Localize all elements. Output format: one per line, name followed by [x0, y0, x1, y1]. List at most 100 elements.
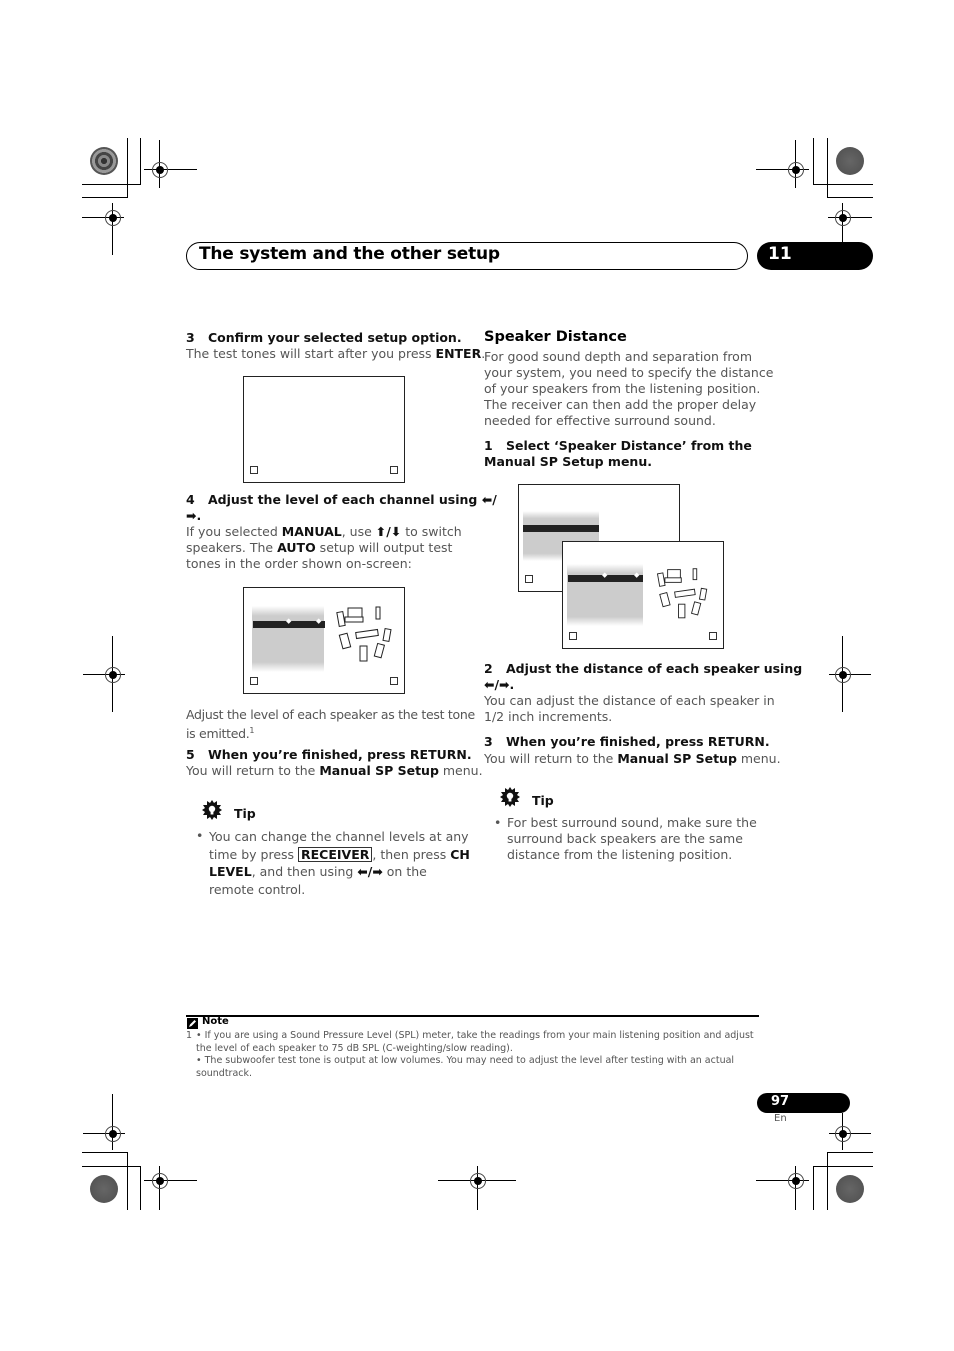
registration-target-icon [152, 162, 168, 178]
registration-disc-icon [90, 147, 118, 175]
menu-panel [252, 606, 324, 672]
speaker-layout-icon [336, 606, 392, 662]
step-number: 3 [186, 330, 195, 345]
text: You will return to the [186, 763, 320, 778]
text: For best surround sound, make sure the [507, 815, 757, 830]
text: menu. [438, 763, 483, 778]
screen-illustration-speaker-distance: ◆ ◆ [562, 541, 724, 649]
step-3-body-right: You will return to the Manual SP Setup m… [484, 751, 781, 767]
step-number: 2 [484, 661, 493, 676]
step-2-body: You can adjust the distance of each spea… [484, 693, 775, 725]
lightbulb-gear-icon [202, 800, 222, 820]
step-3-body: The test tones will start after you pres… [186, 346, 485, 362]
screen-corner-icon [250, 466, 258, 474]
text: The test tones will start after you pres… [186, 346, 436, 361]
crop-line [813, 1166, 873, 1167]
step-title: When you’re finished, press RETURN. [506, 734, 770, 749]
crop-line [82, 1166, 140, 1167]
crop-line [827, 197, 873, 198]
text: of your speakers from the listening posi… [484, 381, 761, 396]
text: • The subwoofer test tone is output at l… [196, 1055, 735, 1066]
text: You can change the channel levels at any [209, 829, 469, 844]
registration-disc-icon [836, 1175, 864, 1203]
step-title: ➡. [186, 508, 202, 523]
text: Adjust the level of each speaker as the … [186, 707, 475, 722]
text: You will return to the [484, 751, 618, 766]
text: The receiver can then add the proper del… [484, 397, 757, 412]
crop-line [827, 1152, 828, 1210]
selector-arrow-icon: ◆ [316, 617, 322, 625]
text: speakers. The [186, 540, 278, 555]
step-title: Select ‘Speaker Distance’ from the [506, 438, 752, 453]
crop-line [813, 138, 814, 185]
arrow-keys-icon: ⬆/⬇ [375, 524, 402, 539]
text: menu. [736, 751, 781, 766]
crop-line [82, 184, 140, 185]
step-title: ⬅/➡. [484, 677, 515, 692]
section-title: The system and the other setup [199, 244, 500, 264]
step-3-heading-right: 3 When you’re finished, press RETURN. [484, 734, 770, 750]
step-title: Adjust the distance of each speaker usin… [506, 661, 803, 676]
registration-target-icon [105, 667, 121, 683]
step-5-body: You will return to the Manual SP Setup m… [186, 763, 483, 779]
after-screen-text: Adjust the level of each speaker as the … [186, 707, 475, 742]
chapter-number: 11 [768, 244, 792, 264]
text: 1/2 inch increments. [484, 709, 613, 724]
bullet: • [494, 815, 502, 830]
pencil-icon [187, 1018, 198, 1029]
page-language: En [774, 1113, 787, 1124]
menu-name: Manual SP Setup [617, 751, 737, 766]
screen-corner-icon [390, 466, 398, 474]
step-2-heading: 2 Adjust the distance of each speaker usi… [484, 661, 802, 693]
text: soundtrack. [196, 1067, 253, 1079]
speaker-distance-intro: For good sound depth and separation from… [484, 349, 773, 429]
text: needed for effective surround sound. [484, 413, 716, 428]
footnote-ref[interactable]: 1 [249, 726, 254, 735]
crop-line [140, 1166, 141, 1210]
step-5-heading: 5 When you’re finished, press RETURN. [186, 747, 472, 763]
lightbulb-gear-icon [500, 787, 520, 807]
crop-line [127, 1152, 128, 1210]
registration-target-icon [835, 1126, 851, 1142]
screen-corner-icon [525, 575, 533, 583]
note-label: Note [202, 1016, 229, 1027]
key-label: ENTER [435, 346, 482, 361]
text: You can adjust the distance of each spea… [484, 693, 775, 708]
tip-bullet-text: • You can change the channel levels at a… [196, 828, 470, 897]
step-title: Adjust the level of each channel using ⬅… [208, 492, 497, 507]
text: remote control. [209, 881, 306, 897]
step-4-body: If you selected MANUAL, use ⬆/⬇ to switc… [186, 524, 476, 572]
crop-line [813, 184, 873, 185]
crop-line [827, 138, 828, 198]
selector-arrow-icon: ◆ [602, 571, 608, 579]
step-number: 5 [186, 747, 195, 762]
screen-corner-icon [709, 632, 717, 640]
selector-arrow-icon: ◆ [286, 617, 292, 625]
text: , and then using [251, 864, 358, 879]
text: setup will output test [315, 540, 453, 555]
text: on the [382, 864, 427, 879]
screen-corner-icon [250, 677, 258, 685]
footnote-1: 1 • If you are using a Sound Pressure Le… [186, 1030, 754, 1079]
key-label: CH [450, 846, 470, 862]
bullet: • [196, 828, 204, 843]
registration-target-icon [105, 1126, 121, 1142]
step-title: When you’re finished, press RETURN. [208, 747, 472, 762]
registration-target-icon [788, 1173, 804, 1189]
registration-target-icon [835, 667, 851, 683]
registration-target-icon [835, 210, 851, 226]
crop-line [82, 1152, 128, 1153]
selected-menu-row: ◆ ◆ [568, 571, 643, 582]
text: • If you are using a Sound Pressure Leve… [196, 1030, 754, 1041]
registration-target-icon [105, 210, 121, 226]
note-divider [186, 1015, 759, 1017]
text: your system, you need to specify the dis… [484, 365, 774, 380]
step-title: Confirm your selected setup option. [208, 330, 462, 345]
text: surround back speakers are the same [507, 831, 743, 846]
footnote-number: 1 [186, 1030, 193, 1041]
selector-arrow-icon: ◆ [634, 571, 640, 579]
selected-menu-row [523, 525, 599, 532]
registration-target-icon [470, 1173, 486, 1189]
section-heading: Speaker Distance [484, 329, 627, 345]
text: If you selected [186, 524, 282, 539]
